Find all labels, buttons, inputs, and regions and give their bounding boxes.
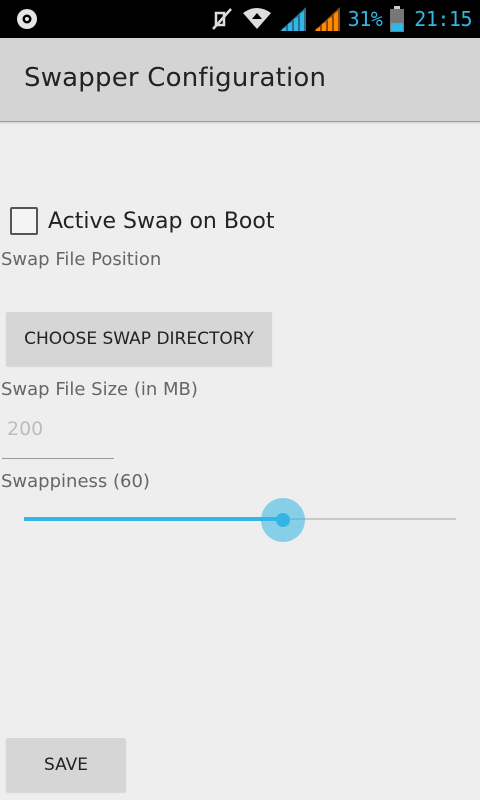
wifi-icon (242, 8, 271, 29)
signal-blue-icon (279, 7, 306, 31)
swap-file-position-label: Swap File Position (1, 249, 162, 270)
active-swap-checkbox-row[interactable]: Active Swap on Boot (10, 207, 274, 235)
active-swap-checkbox[interactable] (10, 207, 38, 235)
swap-file-size-label: Swap File Size (in MB) (1, 379, 198, 400)
clock: 21:15 (414, 7, 472, 31)
signal-orange-icon (313, 7, 340, 31)
battery-icon (390, 6, 405, 32)
settings-gear-icon (17, 9, 37, 29)
choose-swap-directory-button[interactable]: CHOOSE SWAP DIRECTORY (6, 312, 272, 366)
save-button[interactable]: SAVE (6, 738, 126, 792)
active-swap-label[interactable]: Active Swap on Boot (48, 209, 274, 234)
battery-percent: 31% (347, 7, 383, 31)
status-bar: 31% 21:15 (0, 0, 480, 38)
swap-size-input[interactable]: 200 (2, 414, 114, 459)
action-bar: Swapper Configuration (0, 38, 480, 122)
page-title: Swapper Configuration (24, 63, 327, 93)
swappiness-slider-progress[interactable] (24, 517, 283, 521)
swappiness-label: Swappiness (60) (1, 471, 150, 492)
swap-size-value: 200 (7, 418, 44, 440)
swappiness-slider-thumb[interactable] (276, 513, 290, 527)
mute-icon (211, 8, 232, 30)
